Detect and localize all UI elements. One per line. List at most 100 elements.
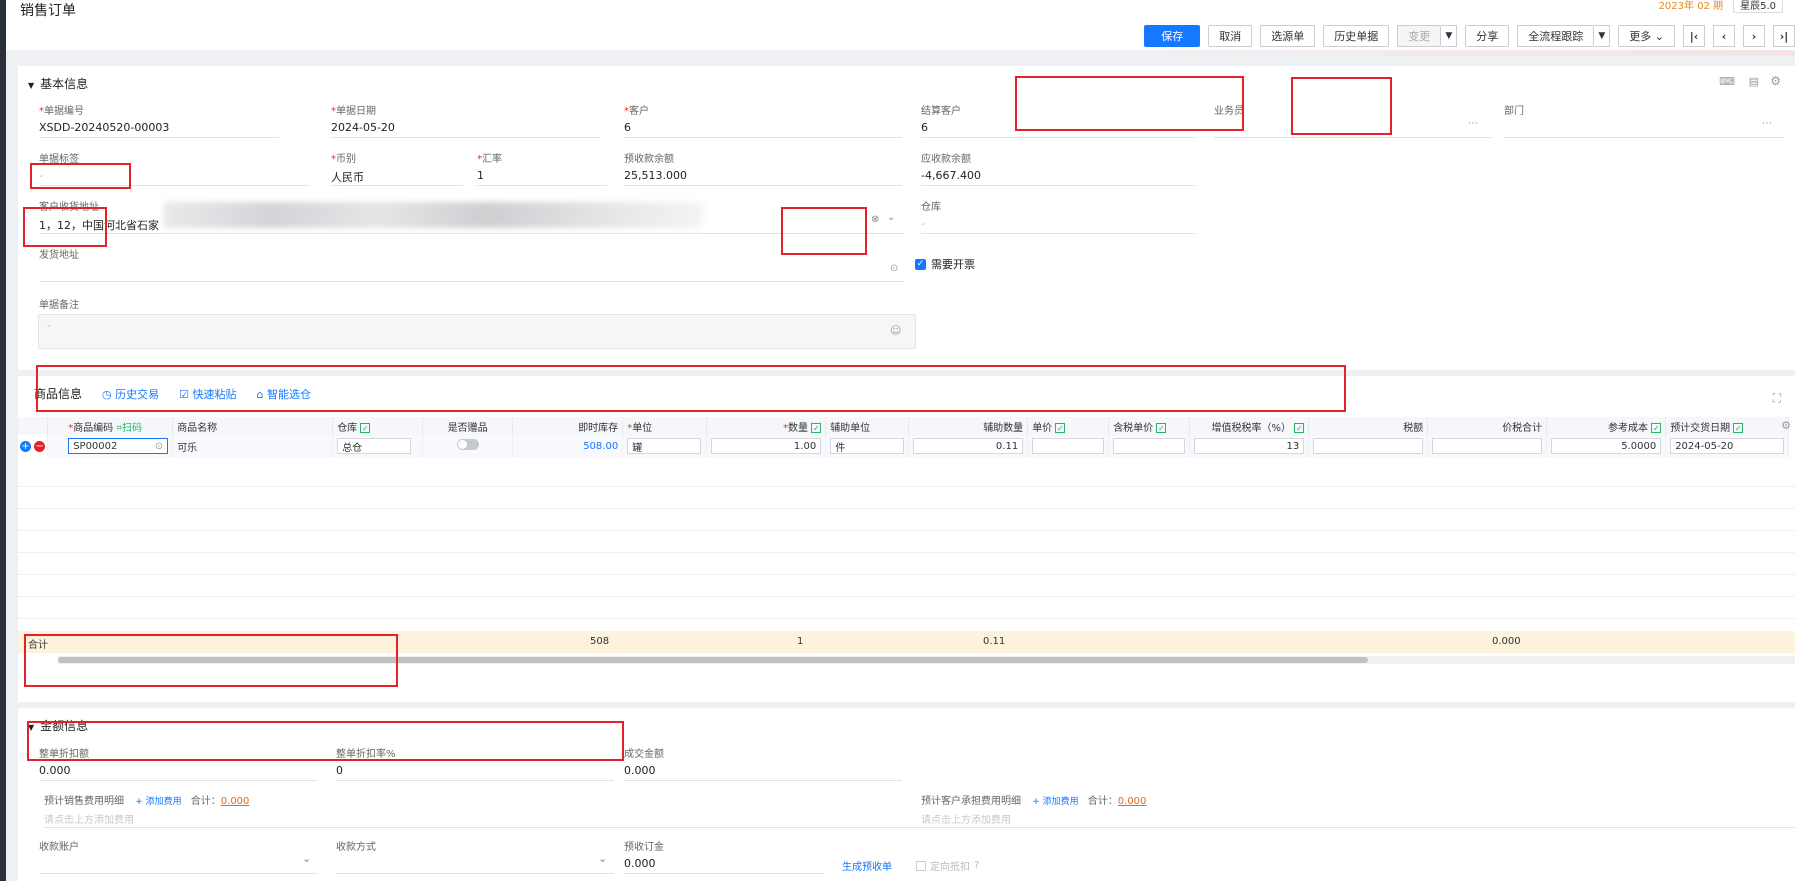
- salesman-field[interactable]: 业务员: [1214, 102, 1492, 138]
- customer-field[interactable]: *客户 6: [624, 102, 902, 138]
- help-icon[interactable]: ?: [974, 860, 979, 871]
- batch-check-icon[interactable]: ✓: [1733, 422, 1744, 433]
- batch-check-icon[interactable]: ✓: [1294, 422, 1305, 433]
- first-record-icon[interactable]: |‹: [1683, 25, 1705, 47]
- version-select[interactable]: 星辰5.0: [1733, 0, 1783, 13]
- doc-tag-field[interactable]: 单据标签 -: [39, 150, 309, 186]
- tax-rate-input[interactable]: 13: [1194, 438, 1305, 454]
- change-button[interactable]: 变更: [1397, 25, 1442, 47]
- more-options-icon[interactable]: ⋯: [1762, 118, 1772, 129]
- rate-input[interactable]: 1: [477, 169, 607, 186]
- last-record-icon[interactable]: ›|: [1773, 25, 1795, 47]
- ref-cost-input[interactable]: 5.0000: [1551, 438, 1662, 454]
- tab-goods-info[interactable]: 商品信息: [34, 385, 82, 402]
- gift-toggle[interactable]: [456, 439, 479, 450]
- doc-no-field[interactable]: *单据编号 XSDD-20240520-00003: [39, 102, 279, 138]
- discount-input[interactable]: 0.000: [39, 764, 317, 781]
- total-input[interactable]: [1432, 438, 1543, 454]
- remark-textarea[interactable]: -: [38, 314, 916, 349]
- add-row-icon[interactable]: +: [20, 440, 31, 452]
- chevron-down-icon[interactable]: ⌄: [887, 212, 895, 223]
- stock-cell[interactable]: 508.00: [512, 435, 624, 457]
- qty-input[interactable]: 1.00: [711, 438, 822, 454]
- salesman-input[interactable]: [1214, 121, 1492, 138]
- quick-paste-link[interactable]: ☑ 快速粘贴: [179, 386, 236, 402]
- doc-date-input[interactable]: 2024-05-20: [331, 121, 601, 138]
- method-select[interactable]: [336, 857, 614, 874]
- next-record-icon[interactable]: ›: [1743, 25, 1765, 47]
- currency-input[interactable]: 人民币: [331, 169, 463, 186]
- batch-check-icon[interactable]: ✓: [1156, 422, 1167, 433]
- tax-price-input[interactable]: [1113, 438, 1186, 454]
- emoji-icon[interactable]: ☺: [890, 324, 901, 337]
- settle-customer-field[interactable]: 结算客户 6: [921, 102, 1195, 138]
- customer-fee-sum[interactable]: 0.000: [1118, 796, 1147, 807]
- add-sales-fee-button[interactable]: + 添加费用: [135, 797, 181, 807]
- tax-input[interactable]: [1313, 438, 1424, 454]
- history-trade-link[interactable]: ◷ 历史交易: [102, 386, 159, 402]
- ship-address-input[interactable]: [39, 265, 905, 282]
- doc-no-input[interactable]: XSDD-20240520-00003: [39, 121, 279, 138]
- more-button[interactable]: 更多 ⌄: [1618, 25, 1675, 47]
- offset-checkbox[interactable]: 定向抵扣 ?: [916, 858, 979, 873]
- more-options-icon[interactable]: ⋯: [1468, 118, 1478, 129]
- gear-icon[interactable]: ⚙: [1770, 74, 1781, 88]
- rate-field[interactable]: *汇率 1: [477, 150, 607, 186]
- select-source-button[interactable]: 选源单: [1260, 25, 1316, 47]
- aux-unit-input[interactable]: 件: [830, 438, 905, 454]
- more-options-icon[interactable]: ⊙: [890, 263, 898, 274]
- sales-fee-sum[interactable]: 0.000: [221, 796, 250, 807]
- invoice-checkbox[interactable]: ✓ 需要开票: [915, 256, 975, 272]
- currency-field[interactable]: *币别 人民币: [331, 150, 463, 186]
- account-field[interactable]: 收款账户: [39, 838, 317, 874]
- batch-check-icon[interactable]: ✓: [360, 422, 371, 433]
- discount-field[interactable]: 整单折扣额 0.000: [39, 745, 317, 781]
- discount-rate-input[interactable]: 0: [336, 764, 614, 781]
- unit-input[interactable]: 罐: [627, 438, 702, 454]
- delivery-date-input[interactable]: 2024-05-20: [1670, 438, 1785, 454]
- customer-input[interactable]: 6: [624, 121, 902, 138]
- cancel-button[interactable]: 取消: [1208, 25, 1253, 47]
- checkbox-checked-icon[interactable]: ✓: [915, 258, 926, 270]
- save-button[interactable]: 保存: [1144, 25, 1201, 47]
- price-input[interactable]: [1032, 438, 1105, 454]
- add-customer-fee-button[interactable]: + 添加费用: [1032, 797, 1078, 807]
- checkbox-unchecked-icon[interactable]: [916, 860, 926, 871]
- horizontal-scrollbar[interactable]: [58, 656, 1795, 664]
- warehouse-input[interactable]: 总仓: [337, 438, 412, 454]
- basic-info-title[interactable]: ▼ 基本信息: [28, 75, 88, 92]
- prev-record-icon[interactable]: ‹: [1713, 25, 1735, 47]
- batch-check-icon[interactable]: ✓: [811, 422, 822, 433]
- deposit-input[interactable]: 0.000: [624, 857, 824, 874]
- code-input[interactable]: SP00002 ⊙: [68, 438, 169, 454]
- warehouse-input[interactable]: -: [921, 217, 1195, 234]
- account-select[interactable]: [39, 857, 317, 874]
- fullscreen-icon[interactable]: ⛶: [1773, 391, 1781, 406]
- scan-link[interactable]: ⌗扫码: [116, 423, 142, 434]
- chevron-down-icon[interactable]: ⌄: [598, 852, 607, 865]
- batch-check-icon[interactable]: ✓: [1055, 422, 1066, 433]
- batch-check-icon[interactable]: ✓: [1651, 422, 1662, 433]
- generate-receipt-link[interactable]: 生成预收单: [842, 858, 892, 873]
- remove-row-icon[interactable]: −: [34, 440, 46, 452]
- chevron-down-icon[interactable]: ▼: [1594, 25, 1611, 47]
- aux-qty-input[interactable]: 0.11: [913, 438, 1024, 454]
- track-button[interactable]: 全流程跟踪: [1517, 25, 1595, 47]
- smart-warehouse-link[interactable]: ⌂ 智能选仓: [257, 386, 311, 402]
- amount-info-title[interactable]: ▼ 金额信息: [28, 717, 88, 734]
- scrollbar-thumb[interactable]: [58, 657, 1368, 663]
- department-input[interactable]: [1504, 121, 1784, 138]
- settle-customer-input[interactable]: 6: [921, 121, 1195, 138]
- department-field[interactable]: 部门: [1504, 102, 1784, 138]
- share-button[interactable]: 分享: [1465, 25, 1510, 47]
- history-docs-button[interactable]: 历史单据: [1323, 25, 1390, 47]
- discount-rate-field[interactable]: 整单折扣率% 0: [336, 745, 614, 781]
- chevron-down-icon[interactable]: ⌄: [302, 852, 311, 865]
- clear-icon[interactable]: ⊗: [871, 214, 879, 225]
- template-icon[interactable]: ▤: [1749, 75, 1759, 88]
- ship-address-field[interactable]: 发货地址: [39, 246, 905, 282]
- remark-field[interactable]: 单据备注: [39, 296, 915, 311]
- chevron-down-icon[interactable]: ▼: [1441, 25, 1458, 47]
- method-field[interactable]: 收款方式: [336, 838, 614, 874]
- doc-date-field[interactable]: *单据日期 2024-05-20: [331, 102, 601, 138]
